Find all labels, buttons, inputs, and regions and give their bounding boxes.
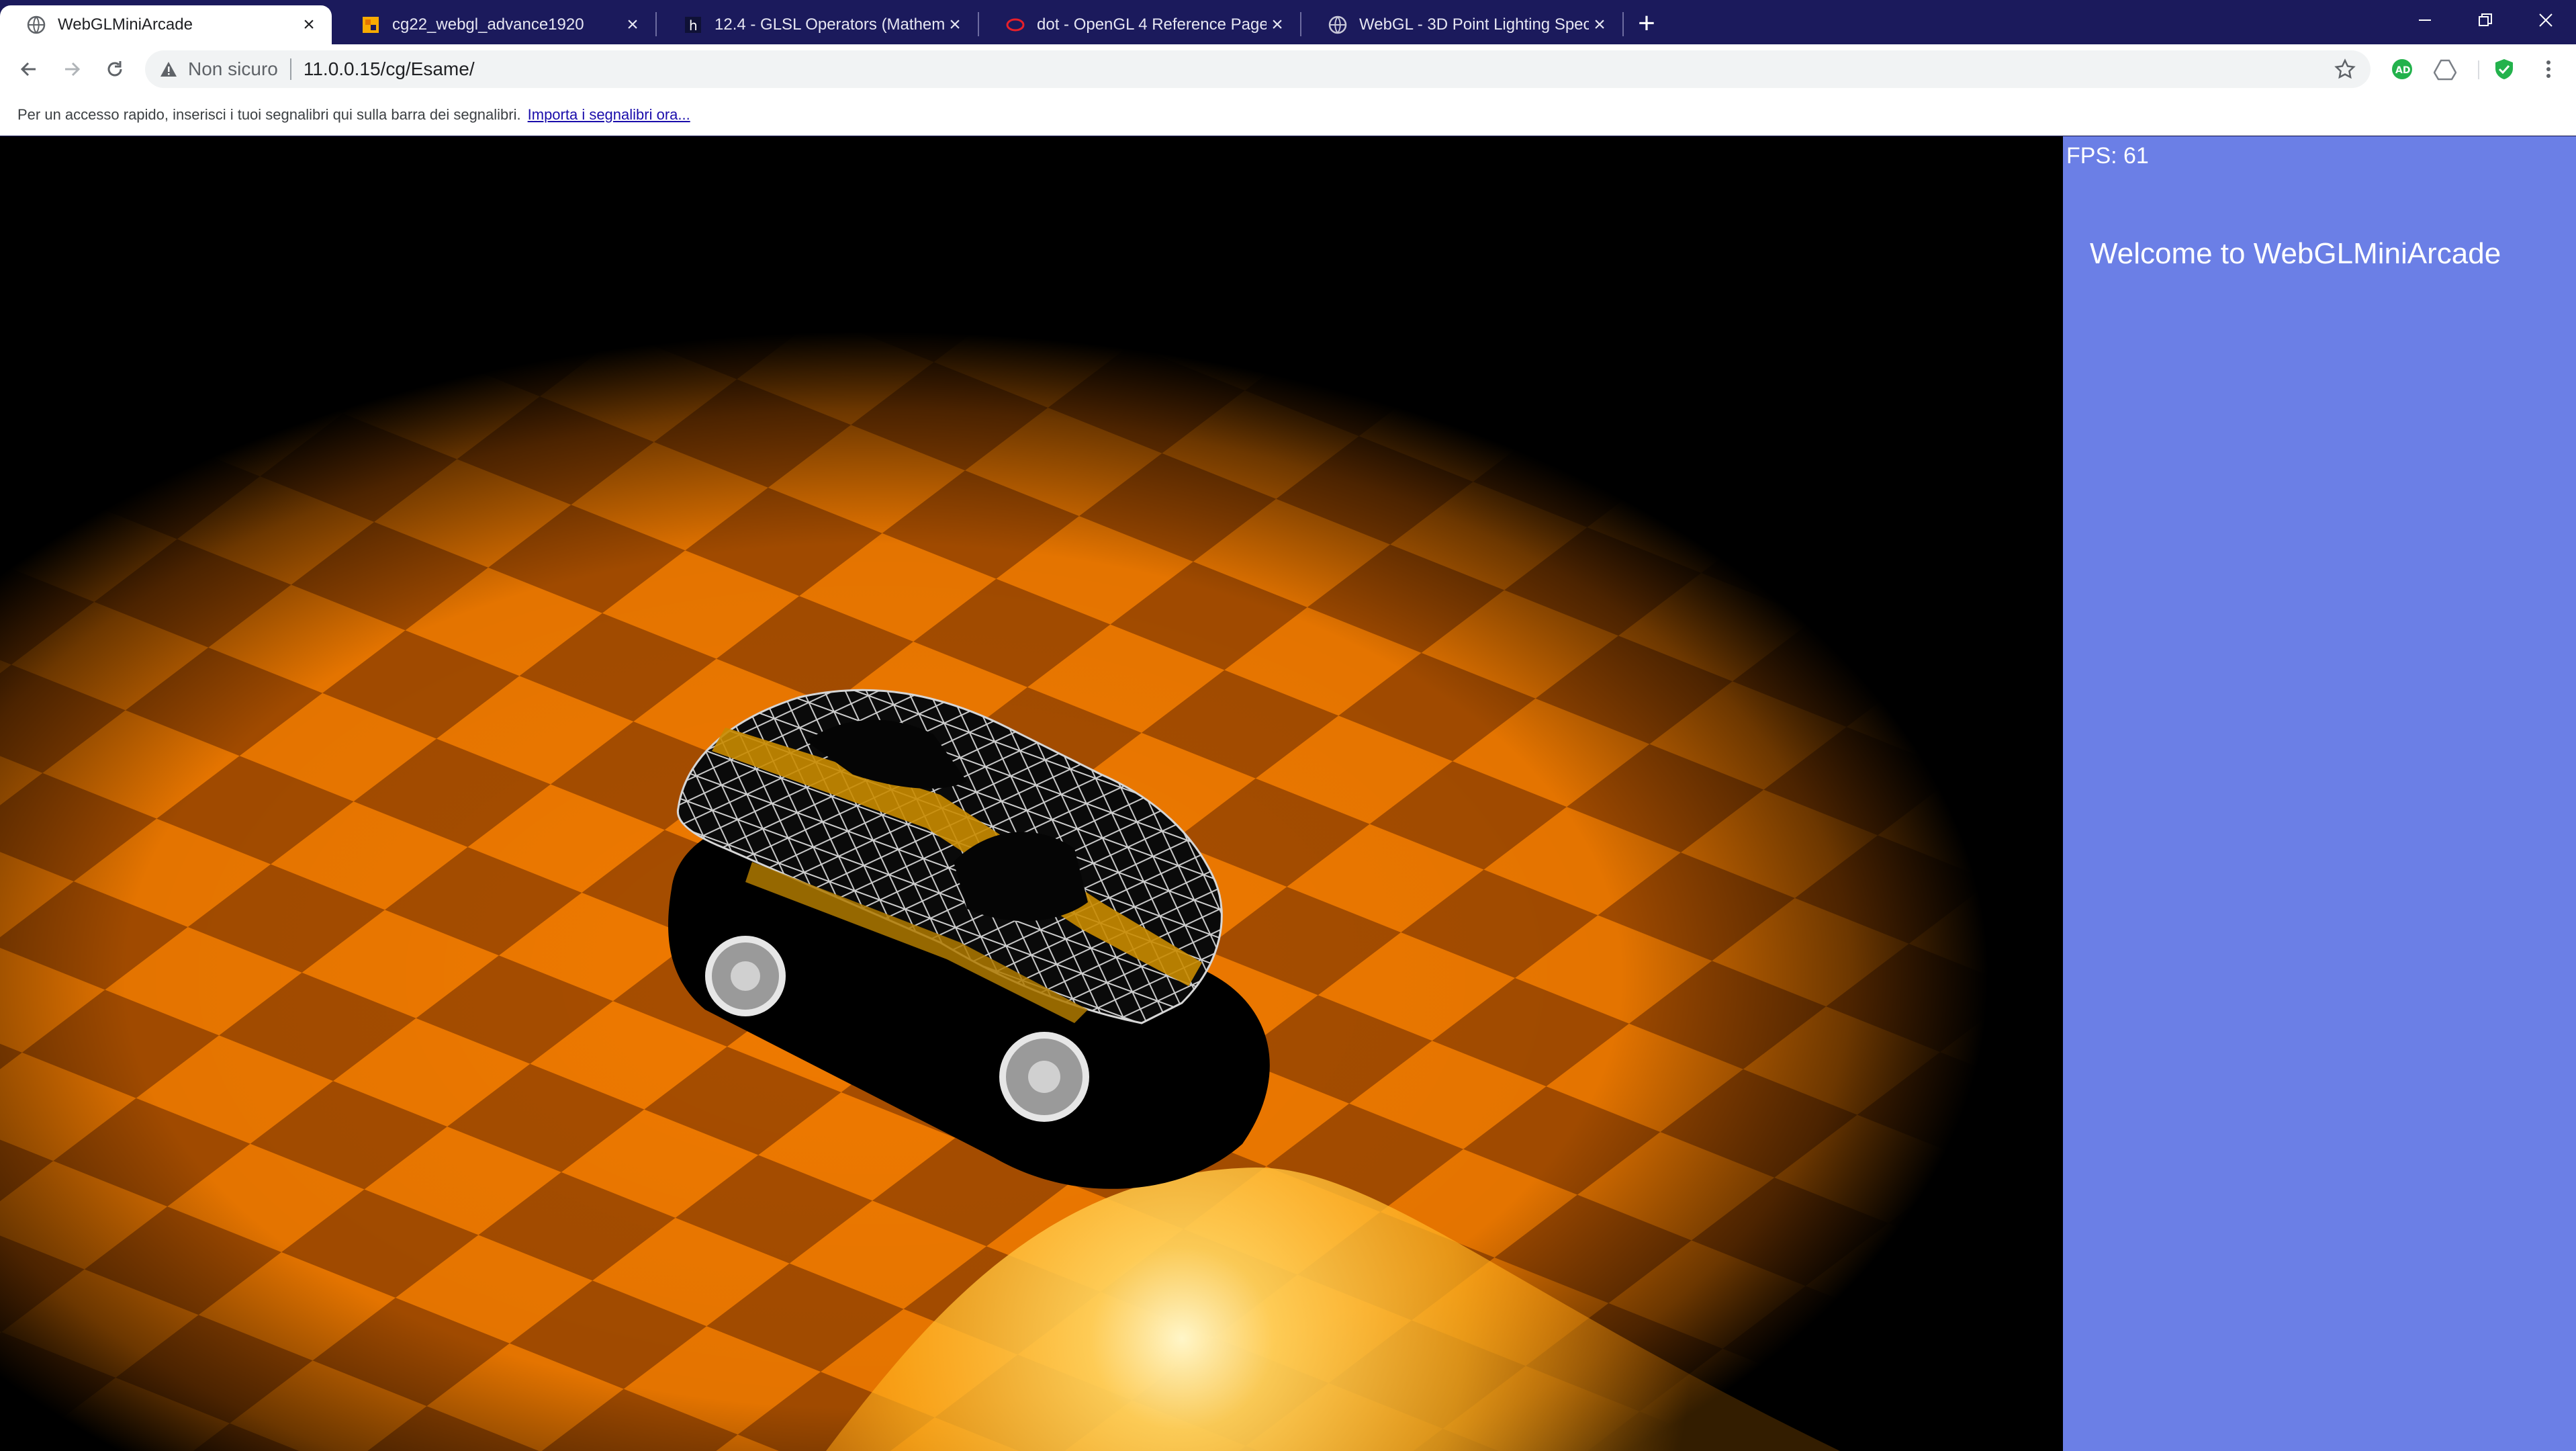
reload-button[interactable] [97,51,133,87]
arrow-right-icon [65,62,81,77]
menu-kebab-icon[interactable] [2537,58,2560,81]
webgl-canvas[interactable] [0,136,2063,1451]
minimize-icon [2419,19,2431,21]
reload-icon [107,61,122,77]
restore-icon [2479,13,2492,26]
adguard-extension-icon[interactable]: AD [2391,58,2413,81]
welcome-heading: Welcome to WebGLMiniArcade [2090,237,2501,270]
tab-opengl-dot[interactable]: dot - OpenGL 4 Reference Pages × [979,5,1300,44]
close-icon[interactable]: × [622,14,643,36]
arrow-left-icon [20,62,36,77]
back-button[interactable] [11,51,47,87]
tab-glsl-operators[interactable]: h 12.4 - GLSL Operators (Mathema × [657,5,978,44]
close-icon[interactable]: × [1589,14,1610,36]
import-bookmarks-link[interactable]: Importa i segnalibri ora... [528,106,690,124]
browser-toolbar: Non sicuro 11.0.0.15/cg/Esame/ AD [0,44,2576,94]
url-text[interactable]: 11.0.0.15/cg/Esame/ [304,58,475,80]
close-icon[interactable]: × [298,14,320,36]
drive-extension-icon[interactable] [2434,58,2456,81]
globe-icon [27,15,46,34]
shield-extension-icon[interactable] [2493,58,2516,81]
tab-webgl-lighting[interactable]: WebGL - 3D Point Lighting Specu × [1301,5,1622,44]
warning-icon[interactable] [158,59,179,79]
opengl-icon [1006,15,1025,34]
scene-render [0,136,2063,1451]
tab-title: dot - OpenGL 4 Reference Pages [1037,15,1267,34]
tab-cg22-webgl[interactable]: cg22_webgl_advance1920 × [334,5,655,44]
close-icon[interactable]: × [1267,14,1288,36]
new-tab-button[interactable]: + [1629,7,1664,42]
omnibox-divider [289,58,291,80]
minimize-button[interactable] [2395,0,2455,40]
svg-text:h: h [689,17,698,34]
security-label[interactable]: Non sicuro [188,58,278,80]
fps-counter: FPS: 61 [2066,143,2149,169]
svg-text:AD: AD [2395,65,2410,76]
tab-title: cg22_webgl_advance1920 [392,15,584,34]
address-bar[interactable]: Non sicuro 11.0.0.15/cg/Esame/ [145,50,2371,88]
tab-title: 12.4 - GLSL Operators (Mathema [715,15,944,34]
tab-title: WebGLMiniArcade [58,15,193,34]
restore-button[interactable] [2455,0,2516,40]
toolbar-divider [2478,60,2479,79]
tab-separator [1622,12,1624,36]
page-viewport: FPS: 61 Welcome to WebGLMiniArcade [0,136,2576,1451]
close-icon [2539,13,2552,27]
tab-strip: WebGLMiniArcade × cg22_webgl_advance1920… [0,0,2576,44]
side-panel: FPS: 61 Welcome to WebGLMiniArcade [2063,136,2576,1451]
tab-title: WebGL - 3D Point Lighting Specu [1359,15,1589,34]
globe-icon [1328,15,1347,34]
forward-button[interactable] [54,51,90,87]
tab-webglminiarcade[interactable]: WebGLMiniArcade × [0,5,332,44]
bookmarks-prompt: Per un accesso rapido, inserisci i tuoi … [17,105,521,123]
close-icon[interactable]: × [944,14,966,36]
window-close-button[interactable] [2516,0,2576,40]
bookmark-star-icon[interactable] [2334,58,2356,80]
bookmarks-bar: Per un accesso rapido, inserisci i tuoi … [0,94,2576,136]
h-icon: h [684,15,702,34]
colab-icon [361,15,380,34]
